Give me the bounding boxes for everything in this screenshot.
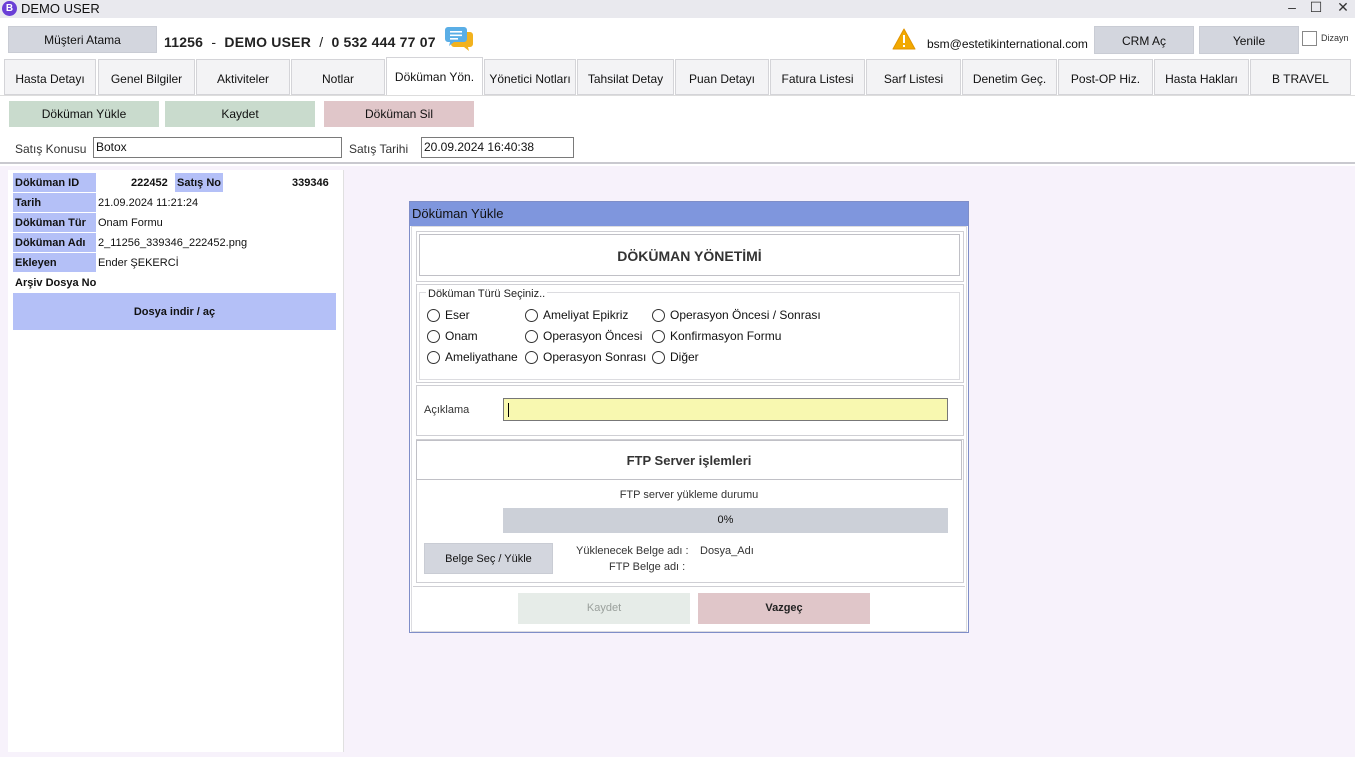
radio-diger[interactable]: Diğer	[652, 350, 699, 364]
patient-id: 11256	[164, 34, 204, 50]
doc-name-value: 2_11256_339346_222452.png	[98, 237, 248, 249]
radio-eser[interactable]: Eser	[427, 308, 470, 322]
doc-id-value: 222452	[131, 177, 168, 189]
warning-icon	[892, 28, 916, 50]
ftp-file-label: FTP Belge adı :	[609, 561, 686, 573]
tab-bar: Hasta Detayı Genel Bilgiler Aktiviteler …	[4, 57, 1355, 95]
document-upload-dialog: Döküman Yükle DÖKÜMAN YÖNETİMİ Döküman T…	[409, 201, 969, 633]
description-input[interactable]	[503, 398, 948, 421]
tab-patient-detail[interactable]: Hasta Detayı	[4, 59, 96, 95]
doc-type-value: Onam Formu	[98, 217, 163, 229]
doc-id-label: Döküman ID	[13, 173, 96, 192]
tab-post-op[interactable]: Post-OP Hiz.	[1058, 59, 1153, 95]
tab-invoice-list[interactable]: Fatura Listesi	[770, 59, 865, 95]
text-cursor	[508, 402, 509, 417]
tab-activities[interactable]: Aktiviteler	[196, 59, 290, 95]
download-open-button[interactable]: Dosya indir / aç	[13, 293, 336, 330]
type-group-label: Döküman Türü Seçiniz..	[426, 288, 548, 300]
tab-b-travel[interactable]: B TRAVEL	[1250, 59, 1351, 95]
added-by-value: Ender ŞEKERCİ	[98, 257, 179, 269]
description-label: Açıklama	[424, 404, 470, 416]
user-email: bsm@estetikinternational.com	[927, 37, 1088, 51]
assign-customer-button[interactable]: Müşteri Atama	[8, 26, 157, 53]
layout-label: Dizayn	[1321, 33, 1349, 43]
radio-operasyon-oncesi[interactable]: Operasyon Öncesi	[525, 329, 642, 343]
layout-checkbox[interactable]	[1302, 31, 1317, 46]
chat-icon[interactable]	[444, 26, 474, 52]
doc-date-label: Tarih	[13, 193, 96, 212]
separator-dash: -	[211, 34, 217, 50]
tab-patient-rights[interactable]: Hasta Hakları	[1154, 59, 1249, 95]
minimize-icon[interactable]: –	[1282, 0, 1302, 17]
radio-onam[interactable]: Onam	[427, 329, 478, 343]
upload-document-button[interactable]: Döküman Yükle	[9, 101, 159, 127]
patient-summary: 11256 - DEMO USER / 0 532 444 77 07	[164, 34, 436, 50]
tab-notes[interactable]: Notlar	[291, 59, 385, 95]
radio-circle-icon	[525, 329, 538, 343]
archive-no-label: Arşiv Dosya No	[15, 277, 97, 289]
radio-circle-icon	[525, 308, 538, 322]
radio-operasyon-oncesi-sonrasi[interactable]: Operasyon Öncesi / Sonrası	[652, 308, 821, 322]
sales-subject-label: Satış Konusu	[15, 142, 87, 156]
patient-name: DEMO USER	[224, 34, 312, 50]
upload-progress-bar: 0%	[503, 508, 948, 533]
progress-text: 0%	[717, 514, 734, 526]
radio-circle-icon	[427, 350, 440, 364]
tab-audit[interactable]: Denetim Geç.	[962, 59, 1057, 95]
sales-subject-field[interactable]: Botox	[93, 137, 342, 158]
radio-ameliyathane[interactable]: Ameliyathane	[427, 350, 518, 364]
select-upload-file-button[interactable]: Belge Seç / Yükle	[424, 543, 553, 574]
ftp-heading: FTP Server işlemleri	[416, 440, 962, 480]
radio-ameliyat-epikriz[interactable]: Ameliyat Epikriz	[525, 308, 628, 322]
sales-date-field[interactable]: 20.09.2024 16:40:38	[421, 137, 574, 158]
file-to-upload-label: Yüklenecek Belge adı :	[576, 545, 689, 557]
dialog-save-button[interactable]: Kaydet	[518, 593, 690, 624]
radio-konfirmasyon-formu[interactable]: Konfirmasyon Formu	[652, 329, 781, 343]
app-logo-icon: B	[2, 1, 17, 16]
ftp-status-label: FTP server yükleme durumu	[619, 489, 759, 501]
patient-phone: 0 532 444 77 07	[331, 34, 436, 50]
tab-collection-detail[interactable]: Tahsilat Detay	[577, 59, 674, 95]
tab-manager-notes[interactable]: Yönetici Notları	[484, 59, 576, 95]
sales-date-label: Satış Tarihi	[349, 142, 409, 156]
save-button[interactable]: Kaydet	[165, 101, 315, 127]
doc-type-label: Döküman Tür	[13, 213, 96, 232]
radio-circle-icon	[652, 308, 665, 322]
tab-document-management[interactable]: Döküman Yön.	[386, 57, 483, 95]
dialog-cancel-button[interactable]: Vazgeç	[698, 593, 870, 624]
crm-open-button[interactable]: CRM Aç	[1094, 26, 1194, 54]
added-by-label: Ekleyen	[13, 253, 96, 272]
close-icon[interactable]: ✕	[1333, 0, 1353, 17]
radio-circle-icon	[652, 329, 665, 343]
separator-slash: /	[319, 34, 324, 50]
doc-date-value: 21.09.2024 11:21:24	[98, 197, 199, 209]
tab-general-info[interactable]: Genel Bilgiler	[98, 59, 195, 95]
tab-consumption-list[interactable]: Sarf Listesi	[866, 59, 961, 95]
tab-points-detail[interactable]: Puan Detayı	[675, 59, 769, 95]
doc-name-label: Döküman Adı	[13, 233, 96, 252]
radio-circle-icon	[427, 308, 440, 322]
window-title: DEMO USER	[21, 1, 100, 16]
radio-circle-icon	[525, 350, 538, 364]
radio-operasyon-sonrasi[interactable]: Operasyon Sonrası	[525, 350, 646, 364]
refresh-button[interactable]: Yenile	[1199, 26, 1299, 54]
delete-document-button[interactable]: Döküman Sil	[324, 101, 474, 127]
maximize-icon[interactable]: ☐	[1306, 0, 1326, 17]
radio-circle-icon	[652, 350, 665, 364]
radio-circle-icon	[427, 329, 440, 343]
sale-no-value: 339346	[292, 177, 329, 189]
file-to-upload-value: Dosya_Adı	[700, 545, 754, 557]
dialog-title: Döküman Yükle	[410, 202, 968, 226]
title-bar: B DEMO USER – ☐ ✕	[0, 0, 1355, 18]
sale-no-label: Satış No	[175, 173, 223, 192]
dialog-heading: DÖKÜMAN YÖNETİMİ	[419, 234, 960, 276]
